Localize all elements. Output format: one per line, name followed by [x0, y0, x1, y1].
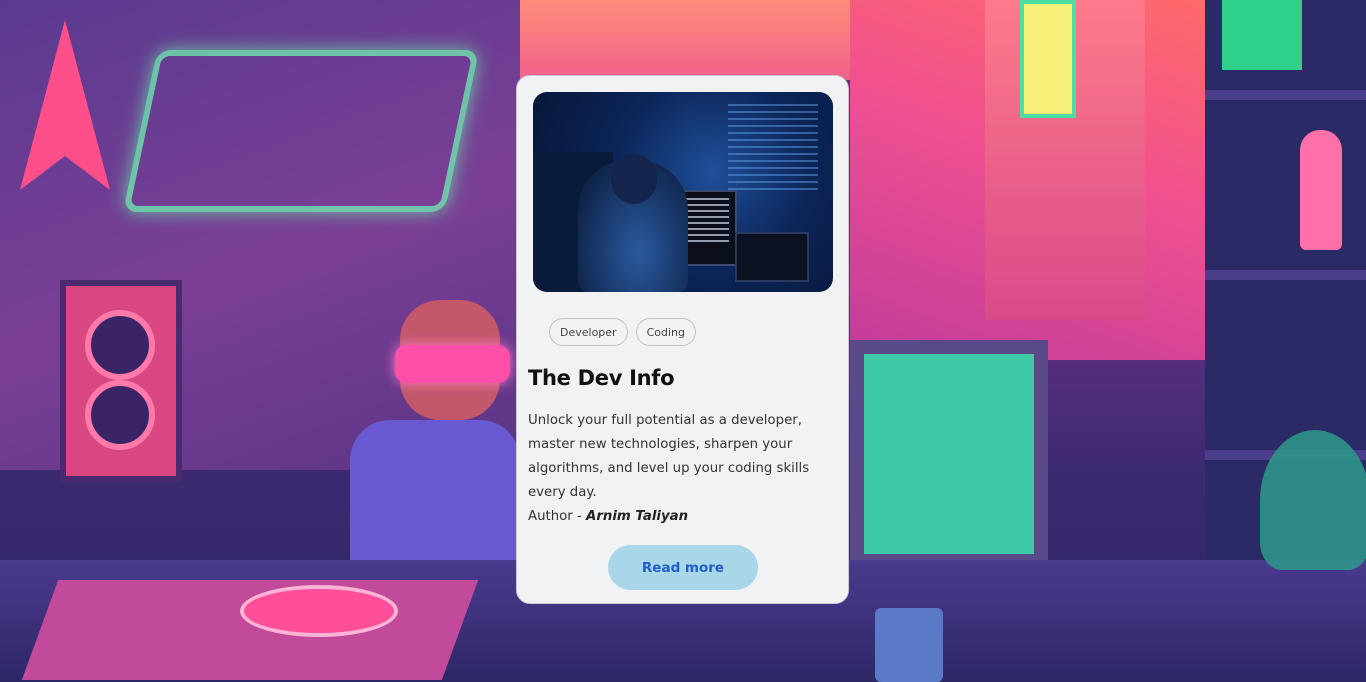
- tag-coding[interactable]: Coding: [635, 318, 696, 346]
- author-line: Author - Arnim Taliyan: [528, 505, 688, 529]
- background-window-glow: [520, 0, 860, 80]
- background-shelf-board: [1205, 90, 1366, 100]
- background-plant: [1260, 430, 1366, 570]
- image-person-head: [611, 154, 657, 204]
- background-neon-sign: [122, 50, 480, 212]
- card-description: Unlock your full potential as a develope…: [528, 413, 810, 500]
- background-person: [350, 420, 520, 570]
- tag-developer[interactable]: Developer: [549, 318, 628, 346]
- image-laptop: [735, 232, 809, 282]
- read-more-button[interactable]: Read more: [608, 545, 758, 590]
- background-turntable: [21, 580, 479, 680]
- background-screen: [1222, 0, 1302, 70]
- tag-list: Developer Coding: [549, 318, 696, 346]
- card-image-developer-at-desk: [533, 92, 833, 292]
- background-mug: [875, 608, 943, 682]
- background-vr-goggles: [395, 345, 510, 383]
- image-code-lines: [728, 104, 818, 194]
- background-lava-lamp: [1300, 130, 1342, 250]
- blog-card: Developer Coding The Dev Info Unlock you…: [516, 75, 849, 604]
- author-name: Arnim Taliyan: [586, 509, 689, 524]
- background-shelf-board: [1205, 270, 1366, 280]
- background-record: [240, 585, 398, 637]
- background-monitor: [850, 340, 1048, 568]
- background-neon-sign-vertical: [1020, 0, 1076, 118]
- author-label: Author -: [528, 509, 587, 524]
- background-speaker-cone: [85, 310, 155, 380]
- card-title: The Dev Info: [528, 366, 675, 390]
- background-speaker-cone: [85, 380, 155, 450]
